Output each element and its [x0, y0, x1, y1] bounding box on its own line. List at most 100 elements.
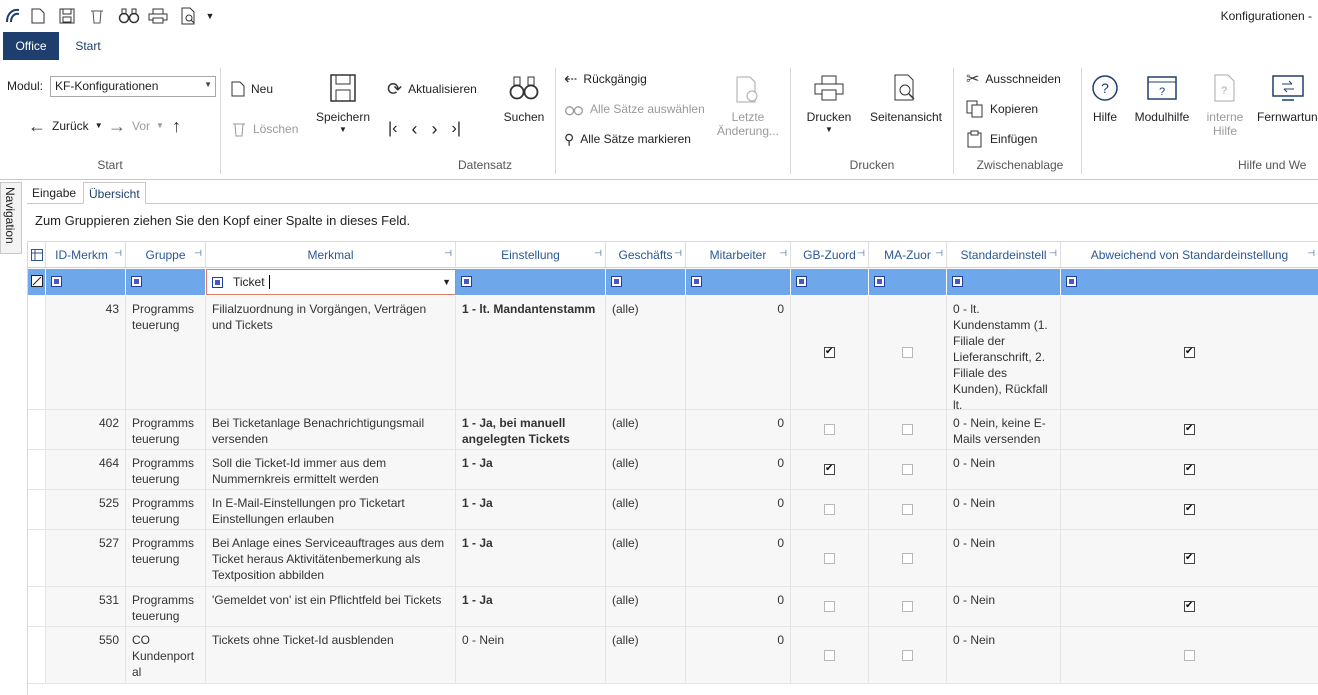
cell-abweichend[interactable]	[1061, 490, 1318, 529]
cell-mitarbeiter[interactable]: 0	[686, 587, 791, 626]
checkbox[interactable]	[902, 464, 913, 475]
filter-operator-icon[interactable]	[611, 276, 622, 287]
pin-icon[interactable]: ⊣	[594, 248, 602, 259]
filter-operator-icon[interactable]	[51, 276, 62, 287]
column-header[interactable]: Abweichend von Standardeinstellung ⊣	[1061, 242, 1318, 268]
app-logo-icon[interactable]	[4, 7, 22, 25]
filter-operator-icon[interactable]	[461, 276, 472, 287]
filter-cell[interactable]	[791, 269, 869, 295]
filter-cell[interactable]	[456, 269, 606, 295]
cell-geschaefts[interactable]: (alle)	[606, 627, 686, 683]
module-help-button[interactable]: ? Modulhilfe	[1130, 70, 1194, 124]
cell-gb[interactable]	[791, 627, 869, 683]
filter-operator-icon[interactable]	[131, 276, 142, 287]
cell-id[interactable]: 464	[46, 450, 126, 489]
checkbox[interactable]	[902, 504, 913, 515]
cell-geschaefts[interactable]: (alle)	[606, 450, 686, 489]
cell-standard[interactable]: 0 - Nein	[947, 490, 1061, 529]
paste-button[interactable]: Einfügen	[966, 128, 1037, 150]
cell-merkmal[interactable]: Soll die Ticket-Id immer aus dem Nummern…	[206, 450, 456, 489]
cell-abweichend[interactable]	[1061, 530, 1318, 586]
checkbox[interactable]	[902, 649, 913, 661]
checkbox[interactable]	[824, 649, 835, 661]
table-row[interactable]: 531 Programms teuerung 'Gemeldet von' ist …	[28, 587, 1318, 627]
internal-help-button[interactable]: ? interne Hilfe	[1200, 70, 1250, 138]
cell-id[interactable]: 527	[46, 530, 126, 586]
cell-standard[interactable]: 0 - lt. Kundenstamm (1. Filiale der Lief…	[947, 296, 1061, 409]
checkbox[interactable]	[1184, 649, 1195, 661]
cell-id[interactable]: 525	[46, 490, 126, 529]
checkbox[interactable]	[902, 552, 913, 564]
new-button[interactable]: Neu	[231, 78, 273, 100]
modul-select[interactable]: KF-Konfigurationen ▼	[50, 76, 216, 97]
checkbox[interactable]	[1184, 345, 1195, 359]
up-button[interactable]: ↑	[172, 115, 181, 137]
row-selector[interactable]	[28, 530, 46, 586]
checkbox[interactable]	[1184, 551, 1195, 565]
delete-button[interactable]: Löschen	[231, 118, 298, 140]
cell-ma[interactable]	[869, 627, 947, 683]
prev-record-icon[interactable]: ‹	[411, 119, 417, 140]
filter-operator-icon[interactable]	[796, 276, 807, 287]
filter-operator-icon[interactable]	[212, 277, 223, 288]
cell-geschaefts[interactable]: (alle)	[606, 530, 686, 586]
column-header[interactable]: ID-Merkm ⊣	[46, 242, 126, 268]
cell-geschaefts[interactable]: (alle)	[606, 296, 686, 409]
filter-cell[interactable]	[46, 269, 126, 295]
page-view-button[interactable]: Seitenansicht	[866, 70, 946, 124]
cell-mitarbeiter[interactable]: 0	[686, 450, 791, 489]
filter-clear-icon[interactable]	[28, 269, 46, 295]
row-selector[interactable]	[28, 450, 46, 489]
cell-gb[interactable]	[791, 587, 869, 626]
cell-gruppe[interactable]: Programms teuerung	[126, 490, 206, 529]
table-row[interactable]: 550 CO Kundenport al Tickets ohne Ticket-I…	[28, 627, 1318, 684]
customize-arrow-icon[interactable]: ▼	[204, 7, 216, 25]
cell-id[interactable]: 402	[46, 410, 126, 449]
cell-einstellung[interactable]: 1 - Ja, bei manuell angelegten Tickets	[456, 410, 606, 449]
row-selector[interactable]	[28, 490, 46, 529]
checkbox[interactable]	[1184, 599, 1195, 613]
cell-merkmal[interactable]: 'Gemeldet von' ist ein Pflichtfeld bei T…	[206, 587, 456, 626]
cell-gruppe[interactable]: Programms teuerung	[126, 530, 206, 586]
column-chooser-icon[interactable]	[28, 242, 46, 268]
cell-geschaefts[interactable]: (alle)	[606, 587, 686, 626]
cell-mitarbeiter[interactable]: 0	[686, 530, 791, 586]
cell-einstellung[interactable]: 1 - Ja	[456, 450, 606, 489]
column-header[interactable]: Standardeinstell ⊣	[947, 242, 1061, 268]
navigation-pane-toggle[interactable]: Navigation	[0, 182, 22, 254]
pin-icon[interactable]: ⊣	[114, 248, 122, 259]
checkbox[interactable]	[824, 424, 835, 435]
cell-einstellung[interactable]: 1 - Ja	[456, 490, 606, 529]
column-header[interactable]: Geschäfts ⊣	[606, 242, 686, 268]
mark-all-button[interactable]: ⚲ Alle Sätze markieren	[564, 128, 691, 150]
refresh-button[interactable]: ⟳ Aktualisieren	[387, 78, 477, 100]
chevron-down-icon[interactable]: ▼	[442, 277, 451, 287]
checkbox[interactable]	[1184, 422, 1195, 436]
cell-id[interactable]: 550	[46, 627, 126, 683]
remote-maintenance-button[interactable]: Fernwartung	[1254, 70, 1318, 124]
row-selector[interactable]	[28, 296, 46, 409]
checkbox[interactable]	[824, 601, 835, 612]
save-button[interactable]: Speichern ▼	[314, 70, 372, 134]
cell-einstellung[interactable]: 1 - Ja	[456, 587, 606, 626]
table-row[interactable]: 402 Programms teuerung Bei Ticketanlage Be…	[28, 410, 1318, 450]
filter-cell[interactable]	[947, 269, 1061, 295]
table-row[interactable]: 525 Programms teuerung In E-Mail-Einstellu…	[28, 490, 1318, 530]
cell-mitarbeiter[interactable]: 0	[686, 410, 791, 449]
first-record-icon[interactable]: |‹	[388, 120, 397, 138]
pin-icon[interactable]: ⊣	[194, 248, 202, 259]
cell-gb[interactable]	[791, 410, 869, 449]
cell-abweichend[interactable]	[1061, 627, 1318, 683]
checkbox[interactable]	[1184, 502, 1195, 516]
filter-cell[interactable]	[686, 269, 791, 295]
cell-standard[interactable]: 0 - Nein	[947, 530, 1061, 586]
filter-operator-icon[interactable]	[874, 276, 885, 287]
filter-operator-icon[interactable]	[1066, 276, 1077, 287]
cell-merkmal[interactable]: Filialzuordnung in Vorgängen, Verträgen …	[206, 296, 456, 409]
row-selector[interactable]	[28, 587, 46, 626]
cell-abweichend[interactable]	[1061, 450, 1318, 489]
tab-eingabe[interactable]: Eingabe	[27, 182, 81, 204]
cell-abweichend[interactable]	[1061, 587, 1318, 626]
forward-button[interactable]: → Vor ▼	[108, 115, 164, 137]
table-row[interactable]: 43 Programms teuerung Filialzuordnung in V…	[28, 296, 1318, 410]
